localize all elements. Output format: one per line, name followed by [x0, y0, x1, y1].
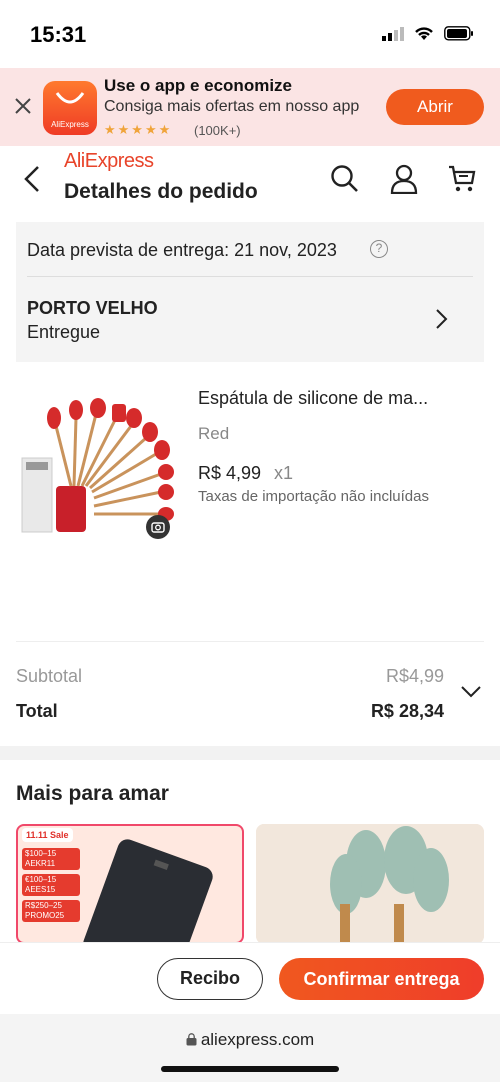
bottom-action-bar: Recibo Confirmar entrega	[0, 942, 500, 1014]
coupon-code: PROMO25	[25, 911, 65, 920]
home-indicator	[161, 1066, 339, 1072]
page-header: AliExpress Detalhes do pedido	[0, 146, 500, 222]
delivery-city: PORTO VELHO	[27, 298, 158, 318]
coupon-code: AEES15	[25, 885, 56, 894]
page-title: Detalhes do pedido	[64, 180, 258, 203]
coupon-badge: R$250–25 PROMO25	[22, 900, 80, 922]
aliexpress-app-logo: AliExpress	[43, 81, 97, 135]
chevron-right-icon[interactable]	[434, 308, 448, 330]
product-price: R$ 4,99	[198, 463, 262, 483]
aliexpress-logo[interactable]: AliExpress	[64, 150, 154, 173]
power-bank-image	[83, 839, 213, 942]
section-separator	[0, 746, 500, 760]
subtotal-value: R$4,99	[385, 666, 444, 686]
recommended-product-card[interactable]	[256, 824, 484, 944]
product-variant: Red	[198, 424, 230, 443]
delivery-estimate: Data prevista de entrega: 21 nov, 2023	[27, 240, 337, 260]
coupon-amount: €100–15	[25, 875, 57, 884]
confirm-delivery-button[interactable]: Confirmar entrega	[279, 958, 484, 1000]
url-text: aliexpress.com	[200, 1030, 315, 1049]
recommendations-title: Mais para amar	[16, 782, 169, 805]
receipt-button[interactable]: Recibo	[157, 958, 263, 1000]
status-time: 15:31	[30, 22, 87, 47]
browser-url-bar[interactable]: aliexpress.com	[0, 1014, 500, 1082]
lock-icon	[186, 1033, 197, 1046]
divider	[27, 276, 473, 277]
banner-title: Use o app e economize	[104, 76, 292, 95]
rating-stars: ★★★★★	[104, 122, 173, 137]
rating-count: (100K+)	[194, 123, 241, 138]
total-label: Total	[16, 701, 58, 721]
chevron-down-icon[interactable]	[460, 684, 482, 698]
back-arrow-icon[interactable]	[22, 164, 42, 194]
search-icon[interactable]	[330, 164, 360, 194]
product-name[interactable]: Espátula de silicone de ma...	[198, 388, 428, 409]
coupon-badge: €100–15 AEES15	[22, 874, 80, 896]
account-icon[interactable]	[390, 164, 418, 194]
status-icons	[382, 26, 474, 41]
product-quantity: x1	[274, 463, 294, 483]
divider	[16, 641, 484, 642]
sale-tag: 11.11 Sale	[22, 828, 73, 842]
camera-icon[interactable]	[146, 515, 170, 539]
open-app-button[interactable]: Abrir	[386, 89, 484, 125]
banner-subtitle: Consiga mais ofertas em nosso app	[104, 98, 360, 115]
url-display[interactable]: aliexpress.com	[0, 1030, 500, 1050]
import-tax-note: Taxas de importação não incluídas	[198, 488, 429, 505]
close-icon[interactable]	[14, 97, 32, 115]
subtotal-label: Subtotal	[16, 666, 83, 686]
battery-icon	[444, 26, 473, 41]
cart-icon[interactable]	[447, 164, 477, 194]
help-icon[interactable]: ?	[370, 240, 388, 258]
app-logo-text: AliExpress	[51, 120, 89, 129]
kitchen-utensils-image	[256, 824, 484, 944]
status-bar: 15:31	[0, 0, 500, 68]
coupon-amount: $100–15	[25, 849, 57, 858]
wifi-icon	[415, 27, 433, 40]
order-item[interactable]: Espátula de silicone de ma... Red R$ 4,9…	[0, 362, 500, 642]
delivery-status: Entregue	[27, 322, 101, 342]
signal-icon	[382, 26, 404, 41]
coupon-amount: R$250–25	[25, 901, 62, 910]
delivery-card: Data prevista de entrega: 21 nov, 2023 ?…	[16, 222, 484, 362]
total-value: R$ 28,34	[370, 701, 444, 721]
coupon-code: AEKR11	[25, 859, 56, 868]
recommended-product-card[interactable]: 11.11 Sale $100–15 AEKR11 €100–15 AEES15…	[16, 824, 244, 944]
coupon-badge: $100–15 AEKR11	[22, 848, 80, 870]
shopping-bag-icon	[55, 92, 85, 104]
